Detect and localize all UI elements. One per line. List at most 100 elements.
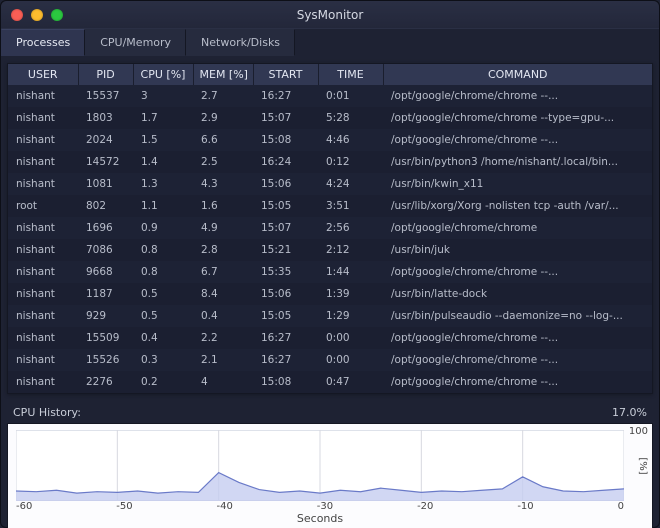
col-user[interactable]: USER (8, 64, 78, 85)
cell-command: /usr/bin/juk (383, 239, 652, 261)
tab-processes[interactable]: Processes (1, 29, 85, 56)
cell-command: /opt/google/chrome/chrome (383, 217, 652, 239)
col-time[interactable]: TIME (318, 64, 383, 85)
cell-start: 16:27 (253, 349, 318, 371)
cell-time: 5:28 (318, 107, 383, 129)
cell-mem: 4.3 (193, 173, 253, 195)
chart-xtick: 0 (618, 501, 624, 512)
chart-xticks: -60-50-40-30-20-100 (16, 501, 624, 512)
cell-mem: 1.6 (193, 195, 253, 217)
cell-command: /opt/google/chrome/chrome --... (383, 371, 652, 393)
cell-time: 1:44 (318, 261, 383, 283)
cell-start: 16:24 (253, 151, 318, 173)
cell-pid: 7086 (78, 239, 133, 261)
chart-xlabel: Seconds (16, 512, 624, 525)
table-row[interactable]: nishant9290.50.415:051:29/usr/bin/pulsea… (8, 305, 652, 327)
cell-command: /usr/lib/xorg/Xorg -nolisten tcp -auth /… (383, 195, 652, 217)
tab-network-disks[interactable]: Network/Disks (186, 29, 295, 56)
cell-mem: 6.7 (193, 261, 253, 283)
table-row[interactable]: nishant18031.72.915:075:28/opt/google/ch… (8, 107, 652, 129)
cell-user: nishant (8, 371, 78, 393)
cell-command: /opt/google/chrome/chrome --... (383, 129, 652, 151)
cell-time: 1:39 (318, 283, 383, 305)
cell-pid: 15526 (78, 349, 133, 371)
cell-mem: 2.8 (193, 239, 253, 261)
cell-pid: 1081 (78, 173, 133, 195)
cell-command: /opt/google/chrome/chrome --... (383, 85, 652, 107)
cell-user: nishant (8, 261, 78, 283)
col-cpu[interactable]: CPU [%] (133, 64, 193, 85)
cell-time: 4:46 (318, 129, 383, 151)
cell-cpu: 0.8 (133, 261, 193, 283)
cell-user: nishant (8, 107, 78, 129)
cell-user: nishant (8, 151, 78, 173)
table-row[interactable]: nishant145721.42.516:240:12/usr/bin/pyth… (8, 151, 652, 173)
cell-time: 2:56 (318, 217, 383, 239)
cell-start: 15:06 (253, 283, 318, 305)
cell-user: nishant (8, 173, 78, 195)
cell-cpu: 0.4 (133, 327, 193, 349)
cell-start: 15:35 (253, 261, 318, 283)
cell-start: 15:08 (253, 371, 318, 393)
cell-cpu: 0.5 (133, 305, 193, 327)
table-header-row[interactable]: USER PID CPU [%] MEM [%] START TIME COMM… (8, 64, 652, 85)
cell-start: 16:27 (253, 327, 318, 349)
cell-cpu: 0.9 (133, 217, 193, 239)
chart-xtick: -40 (217, 501, 233, 512)
cell-mem: 4 (193, 371, 253, 393)
cell-pid: 802 (78, 195, 133, 217)
titlebar[interactable]: SysMonitor (1, 1, 659, 29)
close-icon[interactable] (11, 9, 23, 21)
maximize-icon[interactable] (51, 9, 63, 21)
cell-cpu: 0.2 (133, 371, 193, 393)
tab-bar: Processes CPU/Memory Network/Disks (1, 29, 659, 57)
chart-xtick: -50 (116, 501, 132, 512)
table-row[interactable]: nishant1553732.716:270:01/opt/google/chr… (8, 85, 652, 107)
tab-cpu-memory[interactable]: CPU/Memory (85, 29, 186, 56)
cell-cpu: 1.7 (133, 107, 193, 129)
cell-command: /usr/bin/latte-dock (383, 283, 652, 305)
cell-command: /usr/bin/python3 /home/nishant/.local/bi… (383, 151, 652, 173)
cell-user: nishant (8, 305, 78, 327)
table-row[interactable]: nishant96680.86.715:351:44/opt/google/ch… (8, 261, 652, 283)
table-row[interactable]: nishant155090.42.216:270:00/opt/google/c… (8, 327, 652, 349)
table-row[interactable]: nishant10811.34.315:064:24/usr/bin/kwin_… (8, 173, 652, 195)
cell-start: 15:21 (253, 239, 318, 261)
minimize-icon[interactable] (31, 9, 43, 21)
cell-start: 15:07 (253, 107, 318, 129)
cell-time: 1:29 (318, 305, 383, 327)
process-table[interactable]: USER PID CPU [%] MEM [%] START TIME COMM… (8, 64, 652, 393)
cell-user: nishant (8, 349, 78, 371)
col-command[interactable]: COMMAND (383, 64, 652, 85)
table-row[interactable]: nishant16960.94.915:072:56/opt/google/ch… (8, 217, 652, 239)
table-row[interactable]: nishant70860.82.815:212:12/usr/bin/juk (8, 239, 652, 261)
cell-cpu: 0.3 (133, 349, 193, 371)
table-row[interactable]: nishant155260.32.116:270:00/opt/google/c… (8, 349, 652, 371)
cell-cpu: 1.4 (133, 151, 193, 173)
cell-user: nishant (8, 129, 78, 151)
cell-pid: 2276 (78, 371, 133, 393)
cell-mem: 8.4 (193, 283, 253, 305)
table-row[interactable]: nishant20241.56.615:084:46/opt/google/ch… (8, 129, 652, 151)
cell-start: 15:06 (253, 173, 318, 195)
cell-start: 15:05 (253, 305, 318, 327)
chart-ytick-max: 100 (629, 426, 648, 437)
cell-cpu: 1.1 (133, 195, 193, 217)
chart-ylabel: [%] (637, 457, 648, 474)
chart-xtick: -30 (317, 501, 333, 512)
cell-time: 0:00 (318, 327, 383, 349)
cell-mem: 2.7 (193, 85, 253, 107)
cell-user: nishant (8, 217, 78, 239)
table-row[interactable]: nishant22760.2415:080:47/opt/google/chro… (8, 371, 652, 393)
col-start[interactable]: START (253, 64, 318, 85)
col-pid[interactable]: PID (78, 64, 133, 85)
content-area: USER PID CPU [%] MEM [%] START TIME COMM… (1, 57, 659, 527)
col-mem[interactable]: MEM [%] (193, 64, 253, 85)
cell-time: 4:24 (318, 173, 383, 195)
app-window: SysMonitor Processes CPU/Memory Network/… (0, 0, 660, 528)
cell-cpu: 0.5 (133, 283, 193, 305)
cell-command: /opt/google/chrome/chrome --... (383, 261, 652, 283)
cell-mem: 0.4 (193, 305, 253, 327)
table-row[interactable]: nishant11870.58.415:061:39/usr/bin/latte… (8, 283, 652, 305)
table-row[interactable]: root8021.11.615:053:51/usr/lib/xorg/Xorg… (8, 195, 652, 217)
